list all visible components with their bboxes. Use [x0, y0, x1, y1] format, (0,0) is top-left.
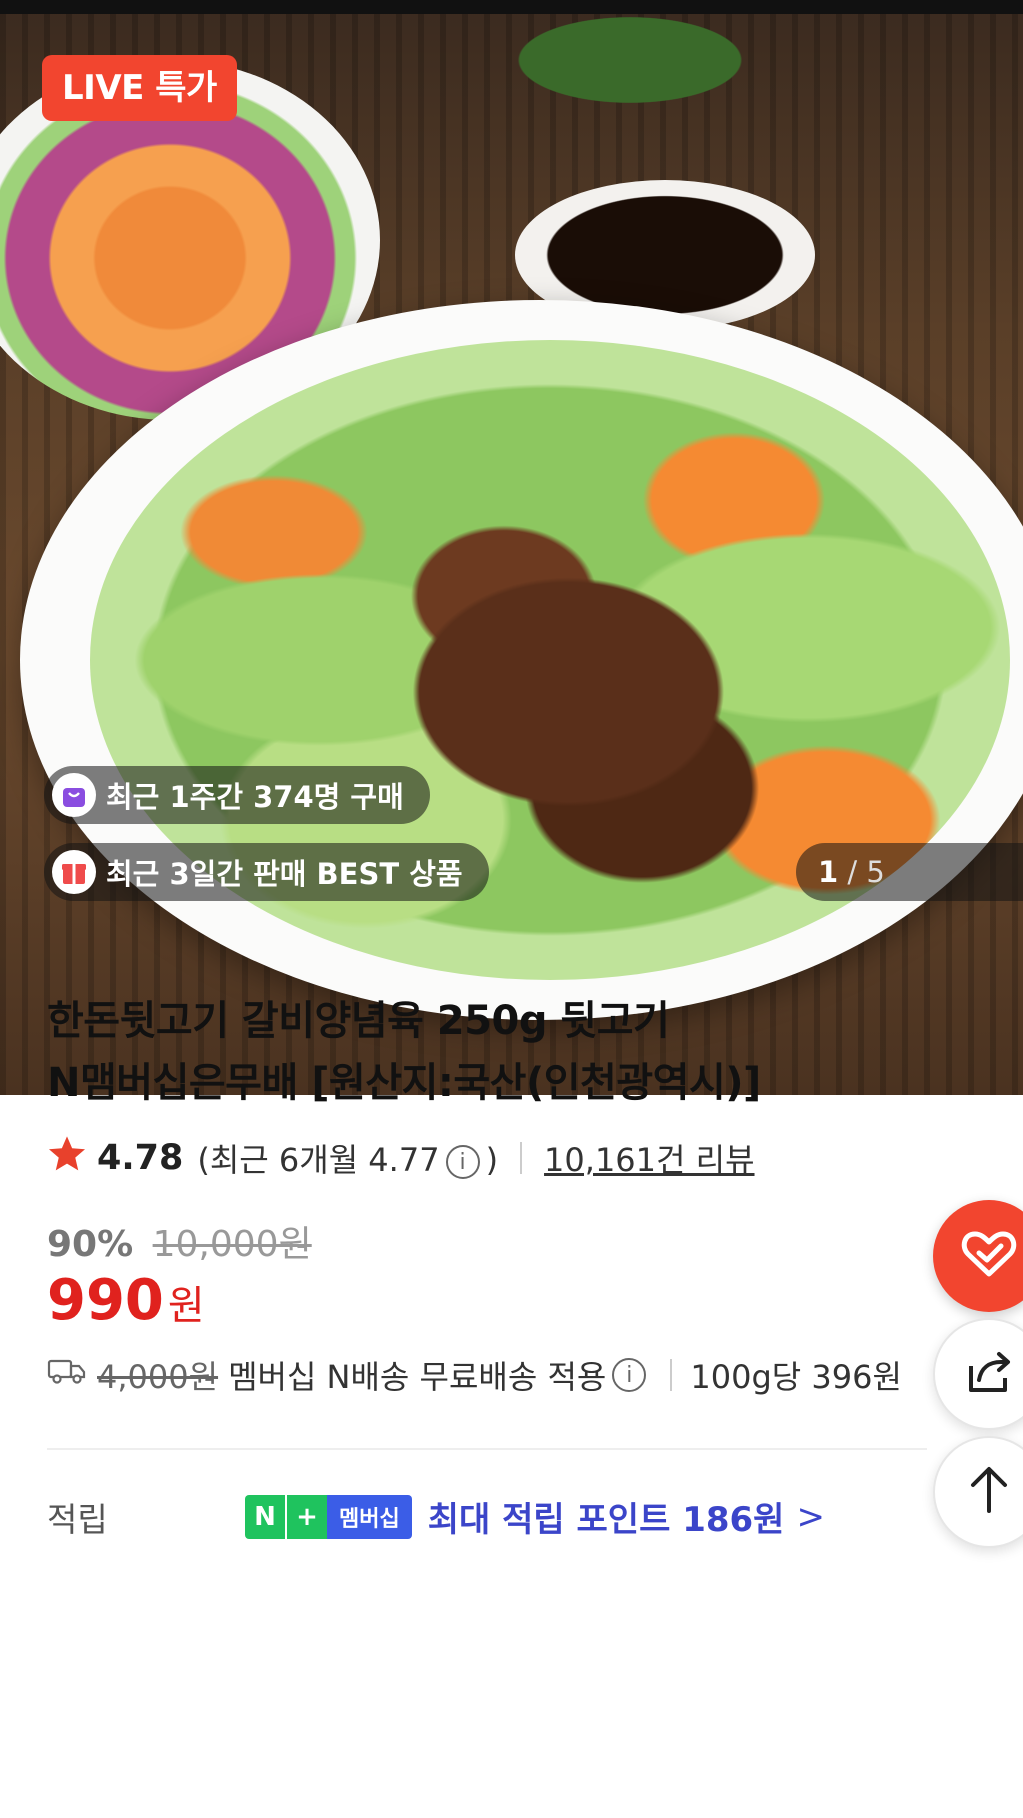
divider [520, 1142, 523, 1174]
product-title-line2: N맴버십은무배 [원산지:국산(인천광역시)] [47, 1060, 761, 1106]
max-points-text: 최대 적립 포인트 186원 [427, 1500, 785, 1540]
share-button[interactable] [933, 1318, 1023, 1430]
membership-label: 멤버십 [327, 1494, 412, 1539]
info-icon[interactable]: i [445, 1145, 480, 1179]
current-page: 1 [818, 855, 839, 889]
unit-price: 100g당 396원 [690, 1358, 902, 1396]
npay-n-logo: N [245, 1494, 285, 1539]
product-image-carousel[interactable]: LIVE 특가 최근 1주간 374명 구매 최근 3일간 판매 BEST 상품… [0, 0, 1023, 1095]
price-unit: 원 [167, 1283, 205, 1329]
best-seller-text: 최근 3일간 판매 BEST 상품 [106, 857, 463, 891]
divider [670, 1359, 673, 1391]
wishlist-button[interactable] [933, 1200, 1023, 1312]
original-price: 10,000원 [152, 1224, 312, 1265]
review-count-link[interactable]: 10,161건 리뷰 [544, 1135, 754, 1181]
shipping-fee: 4,000원 [97, 1358, 219, 1396]
live-sale-badge: LIVE 특가 [42, 55, 237, 121]
npay-membership-badge: N + 멤버십 [245, 1494, 412, 1539]
shipping-note: 멤버십 N배송 무료배송 적용 [228, 1358, 607, 1396]
weekly-purchases-text: 최근 1주간 374명 구매 [106, 780, 404, 814]
truck-icon [47, 1356, 87, 1394]
points-label: 적립 [47, 1499, 108, 1539]
sale-price: 990 원 [47, 1268, 205, 1333]
discount-row: 90% 10,000원 [47, 1215, 312, 1267]
status-bar [0, 0, 1023, 14]
scroll-to-top-button[interactable] [933, 1436, 1023, 1548]
chevron-right-icon: > [796, 1496, 825, 1537]
shopping-bag-icon [52, 773, 96, 817]
arrow-up-icon [967, 1465, 1011, 1519]
product-title-line1: 한돈뒷고기 갈비양념육 250g 뒷고기 [47, 998, 670, 1044]
recent-rating-text: (최근 6개월 4.77 [197, 1141, 440, 1179]
image-page-counter: 1 / 5 [796, 843, 1023, 901]
plus-icon: + [285, 1494, 327, 1539]
total-pages: / 5 [847, 855, 885, 889]
shipping-info-icon[interactable]: i [612, 1358, 647, 1392]
section-divider [47, 1448, 927, 1450]
heart-check-icon [960, 1228, 1018, 1284]
vegetable-decor [500, 10, 760, 110]
product-title: 한돈뒷고기 갈비양념육 250g 뒷고기 N맴버십은무배 [원산지:국산(인천광… [47, 990, 927, 1114]
price-value: 990 [47, 1268, 164, 1333]
gift-box-icon [52, 850, 96, 894]
points-row[interactable]: 적립 N + 멤버십 최대 적립 포인트 186원 > [47, 1492, 825, 1541]
share-icon [963, 1346, 1015, 1402]
discount-percent: 90% [47, 1224, 134, 1265]
recent-rating: (최근 6개월 4.77 i) [197, 1135, 498, 1181]
star-icon [47, 1135, 87, 1181]
best-seller-pill: 최근 3일간 판매 BEST 상품 [44, 843, 489, 901]
rating-score: 4.78 [97, 1138, 184, 1178]
weekly-purchases-pill: 최근 1주간 374명 구매 [44, 766, 430, 824]
shipping-row: 4,000원 멤버십 N배송 무료배송 적용 i 100g당 396원 [47, 1352, 927, 1398]
recent-rating-close: ) [485, 1141, 499, 1179]
rating-row: 4.78 (최근 6개월 4.77 i) 10,161건 리뷰 [47, 1135, 755, 1181]
